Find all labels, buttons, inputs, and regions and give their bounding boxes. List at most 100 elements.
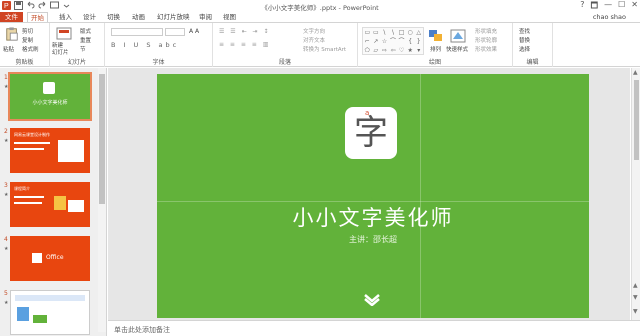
thumb-figure <box>54 196 66 210</box>
clipboard-group: 粘贴 剪切 复制 格式刷 剪贴板 <box>0 23 50 67</box>
quick-styles-button[interactable]: 快速样式 <box>446 45 468 53</box>
slide-number: 2 <box>4 128 8 135</box>
office-logo-icon <box>32 253 42 263</box>
select-button[interactable]: 选择 <box>519 45 530 53</box>
paragraph-group: ☰ ☰ ⇤ ⇥ ↕ ≡ ≡ ≡ ≡ ▥ 文字方向 对齐文本 转换为 SmartA… <box>213 23 358 67</box>
thumb-figure <box>33 315 47 323</box>
ribbon: 粘贴 剪切 复制 格式刷 剪贴板 新建 幻灯片 版式 重置 节 幻灯片 A A … <box>0 22 640 67</box>
thumb-figure <box>17 307 29 321</box>
slide-number: 5 <box>4 290 8 297</box>
arrange-button[interactable]: 排列 <box>430 45 441 53</box>
vertical-guide[interactable] <box>420 74 421 318</box>
thumbnail-scrollbar[interactable] <box>98 68 106 332</box>
paragraph-group-label: 段落 <box>278 59 291 66</box>
slide-thumbnail-3[interactable]: 3 ★ 课程简介 <box>2 182 96 232</box>
scrollbar-handle[interactable] <box>99 74 105 204</box>
powerpoint-window: P 《小小文字美化师》.pptx - PowerPoint ? 🗖 — ☐ ✕ … <box>0 0 640 336</box>
thumbnail-title: 小小文字美化师 <box>32 100 68 106</box>
scroll-down-icon[interactable]: ▼ <box>633 308 638 315</box>
shape-fill-button[interactable]: 形状填充 <box>475 27 497 35</box>
chevron-down-icon <box>364 294 380 306</box>
clipboard-group-label: 剪贴板 <box>15 59 34 66</box>
notes-pane[interactable]: 单击此处添加备注 <box>108 320 640 336</box>
thumbnail-title: Office <box>46 254 64 261</box>
paste-icon[interactable] <box>4 27 20 41</box>
title-bar: P 《小小文字美化师》.pptx - PowerPoint ? 🗖 — ☐ ✕ <box>0 0 640 12</box>
slide-thumbnail-1[interactable]: 1 ★ 小小文字美化师 <box>2 72 96 124</box>
section-button[interactable]: 节 <box>80 45 86 53</box>
slide-number: 3 <box>4 182 8 189</box>
thumb-figure <box>68 200 84 212</box>
new-slide-icon[interactable] <box>56 27 72 41</box>
shapes-icons: ▭ ▭ \ \ □ ○ △ ⌐ ↗ ☆ ⌒ ⌒{} ⬠ ▱ ⇨ ⇦ ♡ ★ ▾ <box>364 29 422 54</box>
drawing-group: ▭ ▭ \ \ □ ○ △ ⌐ ↗ ☆ ⌒ ⌒{} ⬠ ▱ ⇨ ⇦ ♡ ★ ▾ 排列 快速样式 形状填充 形状轮… <box>358 23 513 67</box>
thumb-bar <box>15 295 85 301</box>
scroll-up-icon[interactable]: ▲ <box>633 69 638 76</box>
thumbnail-image <box>10 290 90 335</box>
shape-outline-button[interactable]: 形状轮廓 <box>475 36 497 44</box>
slides-group: 新建 幻灯片 版式 重置 节 幻灯片 <box>50 23 105 67</box>
text-direction-button[interactable]: 文字方向 <box>303 27 325 35</box>
layout-button[interactable]: 版式 <box>80 27 91 35</box>
slide-number: 1 <box>4 74 8 81</box>
slide-thumbnail-2[interactable]: 2 ★ 网易云课堂设计制作 <box>2 128 96 178</box>
current-slide[interactable]: a 字 小小文字美化师 主讲：邵长超 <box>157 74 589 318</box>
thumb-line <box>14 196 44 198</box>
icon-character: 字 <box>354 113 388 153</box>
convert-smartart-button[interactable]: 转换为 SmartArt <box>303 45 346 53</box>
replace-button[interactable]: 替换 <box>519 36 530 44</box>
star-icon: ★ <box>4 300 9 306</box>
thumb-line <box>14 202 42 204</box>
cut-button[interactable]: 剪切 <box>22 27 33 35</box>
star-icon: ★ <box>4 246 9 252</box>
slide-editor: a 字 小小文字美化师 主讲：邵长超 <box>108 68 630 320</box>
quick-styles-icon[interactable] <box>450 29 466 43</box>
font-group-label: 字体 <box>152 59 165 66</box>
slide-thumbnail-5[interactable]: 5 ★ <box>2 290 96 336</box>
slide-number: 4 <box>4 236 8 243</box>
thumbnail-image: Office <box>10 236 90 281</box>
font-format-icons[interactable]: B I U S abc <box>111 41 179 49</box>
font-size-input[interactable] <box>165 28 185 36</box>
align-text-button[interactable]: 对齐文本 <box>303 36 325 44</box>
scrollbar-handle[interactable] <box>634 80 639 160</box>
star-icon: ★ <box>4 138 9 144</box>
thumb-panel <box>58 140 84 162</box>
zi-character-icon[interactable]: a 字 <box>345 107 397 159</box>
paste-button[interactable]: 粘贴 <box>3 45 14 53</box>
thumbnail-title: 网易云课堂设计制作 <box>14 132 50 137</box>
thumb-line <box>14 142 50 144</box>
reset-button[interactable]: 重置 <box>80 36 91 44</box>
font-name-input[interactable] <box>111 28 163 36</box>
thumbnail-title: 课程简介 <box>14 186 30 191</box>
align-icons[interactable]: ≡ ≡ ≡ ≡ ▥ <box>219 41 270 48</box>
new-slide-button[interactable]: 新建 幻灯片 <box>52 43 69 57</box>
copy-button[interactable]: 复制 <box>22 36 33 44</box>
editing-group: 查找 替换 选择 编辑 <box>513 23 553 67</box>
arrange-icon[interactable] <box>428 29 444 43</box>
star-icon: ★ <box>4 192 9 198</box>
grow-font-icon[interactable]: A A <box>189 28 199 35</box>
scroll-next-slide-icon[interactable]: ▼ <box>633 294 638 301</box>
shapes-gallery[interactable]: ▭ ▭ \ \ □ ○ △ ⌐ ↗ ☆ ⌒ ⌒{} ⬠ ▱ ⇨ ⇦ ♡ ★ ▾ <box>362 27 424 55</box>
thumbnail-image: 网易云课堂设计制作 <box>10 128 90 173</box>
shape-effects-button[interactable]: 形状效果 <box>475 45 497 53</box>
editing-group-label: 编辑 <box>526 59 539 66</box>
slide-speaker[interactable]: 主讲：邵长超 <box>157 234 589 245</box>
find-button[interactable]: 查找 <box>519 27 530 35</box>
thumb-icon <box>43 82 55 94</box>
format-painter-button[interactable]: 格式刷 <box>22 45 39 53</box>
list-icons[interactable]: ☰ ☰ ⇤ ⇥ ↕ <box>219 28 270 35</box>
slides-group-label: 幻灯片 <box>67 59 86 66</box>
star-icon: ★ <box>4 84 9 90</box>
slide-thumbnail-4[interactable]: 4 ★ Office <box>2 236 96 286</box>
thumbnail-image: 小小文字美化师 <box>8 72 92 121</box>
font-group: A A B I U S abc 字体 <box>105 23 213 67</box>
thumbnail-image: 课程简介 <box>10 182 90 227</box>
notes-placeholder[interactable]: 单击此处添加备注 <box>114 326 170 334</box>
scroll-prev-slide-icon[interactable]: ▲ <box>633 282 638 289</box>
thumb-line <box>14 148 44 150</box>
slide-thumbnail-pane: 1 ★ 小小文字美化师 2 ★ 网易云课堂设计制作 3 ★ 课程简介 4 ★ O… <box>0 68 107 336</box>
slide-title[interactable]: 小小文字美化师 <box>157 202 589 232</box>
editor-scrollbar[interactable]: ▲ ▲ ▼ ▼ <box>631 68 640 320</box>
